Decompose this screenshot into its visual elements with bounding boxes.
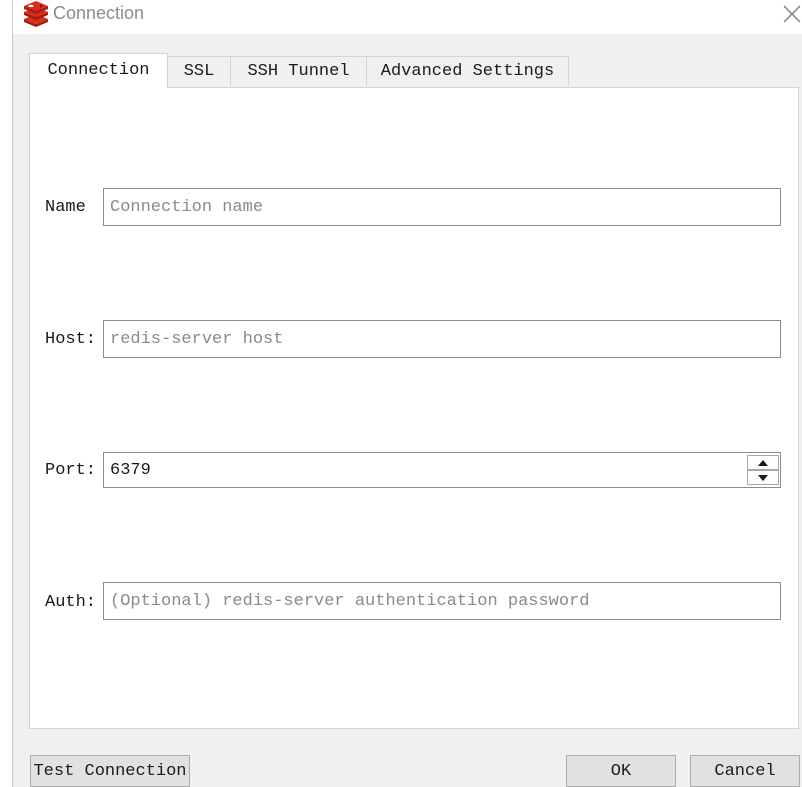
chevron-up-icon: [758, 459, 768, 466]
port-increment-button[interactable]: [747, 455, 779, 470]
close-button[interactable]: [779, 2, 802, 26]
connection-name-input[interactable]: [103, 188, 781, 226]
port-decrement-button[interactable]: [747, 470, 779, 485]
port-spinbox[interactable]: [103, 452, 781, 488]
window-title: Connection: [53, 3, 145, 23]
connection-tab-panel: Name Host: Port: Auth:: [29, 87, 799, 729]
tab-ssl[interactable]: SSL: [167, 56, 231, 86]
port-stepper: [747, 455, 779, 485]
name-label: Name: [45, 198, 86, 217]
background-window-edge: [0, 0, 13, 787]
title-bar: Connection: [13, 0, 802, 34]
tab-advanced-settings[interactable]: Advanced Settings: [366, 56, 569, 86]
connection-dialog: Connection Connection SSL SSH Tunnel Adv…: [13, 0, 802, 787]
tab-ssh-tunnel[interactable]: SSH Tunnel: [230, 56, 367, 86]
tab-connection[interactable]: Connection: [29, 53, 168, 88]
cancel-button[interactable]: Cancel: [690, 755, 800, 787]
redis-logo-icon: [24, 1, 48, 27]
port-label: Port:: [45, 461, 97, 480]
host-input[interactable]: [103, 320, 781, 358]
auth-label: Auth:: [45, 593, 97, 612]
test-connection-button[interactable]: Test Connection: [30, 755, 190, 787]
auth-password-input[interactable]: [103, 582, 781, 620]
chevron-down-icon: [758, 474, 768, 481]
host-label: Host:: [45, 330, 97, 349]
close-icon: [783, 5, 801, 23]
ok-button[interactable]: OK: [566, 755, 676, 787]
